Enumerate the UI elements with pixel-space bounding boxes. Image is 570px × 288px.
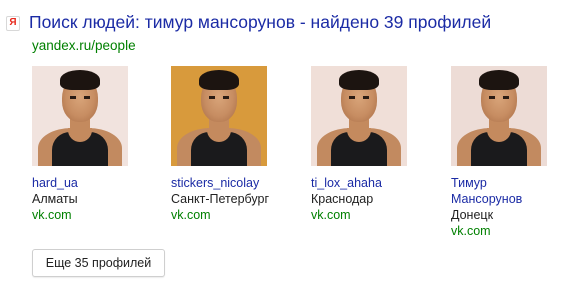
profile-card: ti_lox_ahaha Краснодар vk.com — [311, 66, 441, 223]
profile-card: Тимур Мансорунов Донецк vk.com — [451, 66, 570, 239]
profile-photo[interactable] — [171, 66, 267, 166]
profile-name-link[interactable]: Тимур — [451, 175, 570, 191]
profile-card: hard_ua Алматы vk.com — [32, 66, 162, 223]
more-profiles-button[interactable]: Еще 35 профилей — [32, 249, 165, 277]
profile-site-link[interactable]: vk.com — [311, 207, 441, 223]
profile-photo[interactable] — [311, 66, 407, 166]
profile-name-link[interactable]: hard_ua — [32, 175, 162, 191]
profile-card: stickers_nicolay Санкт-Петербург vk.com — [171, 66, 301, 223]
result-title-link[interactable]: Поиск людей: тимур мансорунов - найдено … — [29, 12, 491, 33]
profile-site-link[interactable]: vk.com — [451, 223, 570, 239]
profile-photo[interactable] — [451, 66, 547, 166]
profile-site-link[interactable]: vk.com — [171, 207, 301, 223]
profile-name-link[interactable]: ti_lox_ahaha — [311, 175, 441, 191]
profile-city: Донецк — [451, 208, 494, 222]
yandex-favicon-icon: Я — [6, 15, 20, 31]
profile-name-link[interactable]: stickers_nicolay — [171, 175, 301, 191]
profile-photo[interactable] — [32, 66, 128, 166]
profile-city: Санкт-Петербург — [171, 192, 270, 206]
result-url-link[interactable]: yandex.ru/people — [32, 38, 136, 53]
profile-city: Алматы — [32, 192, 78, 206]
profile-city: Краснодар — [311, 192, 374, 206]
profile-name-link-line2[interactable]: Мансорунов — [451, 191, 570, 207]
result-header: Я Поиск людей: тимур мансорунов - найден… — [6, 12, 491, 33]
profile-site-link[interactable]: vk.com — [32, 207, 162, 223]
